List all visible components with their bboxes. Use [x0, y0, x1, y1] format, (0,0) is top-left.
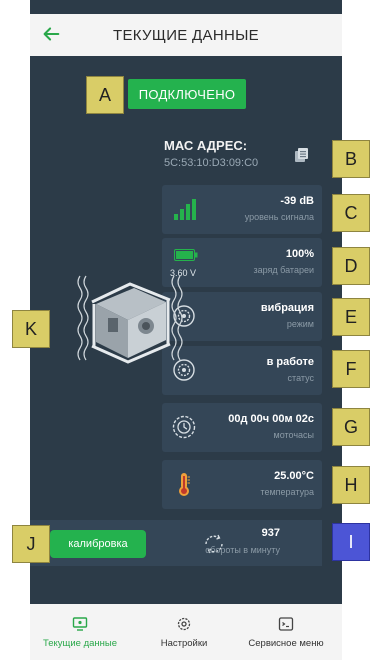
vibration-label: режим [286, 319, 314, 329]
annotation-badge-b: B [332, 140, 370, 178]
signal-value: -39 dB [280, 195, 314, 207]
connection-status-button[interactable]: ПОДКЛЮЧЕНО [128, 79, 246, 109]
temperature-card: 25.00°C температура [162, 460, 322, 509]
vibration-value: вибрация [260, 302, 314, 314]
settings-icon [177, 617, 191, 631]
monitor-icon [72, 617, 88, 631]
motor-hours-card: 00д 00ч 00м 02с моточасы [162, 403, 322, 452]
signal-card: -39 dB уровень сигнала [162, 185, 322, 234]
calibration-button[interactable]: калибровка [50, 530, 146, 558]
gear-clock-icon [172, 415, 196, 439]
rpm-label: обороты в минуту [205, 545, 280, 555]
annotation-badge-e: E [332, 298, 370, 336]
temperature-label: температура [260, 487, 314, 497]
annotation-badge-f: F [332, 350, 370, 388]
annotation-badge-k: K [12, 310, 50, 348]
battery-card: 3.60 V 100% заряд батареи [162, 238, 322, 287]
bottom-navigation: Текущие данные Настройки Сервисное меню [30, 604, 342, 660]
work-status-value: в работе [266, 356, 314, 368]
rpm-value: 937 [261, 527, 280, 539]
signal-label: уровень сигнала [244, 212, 314, 222]
annotation-badge-a: A [86, 76, 124, 114]
motor-hours-value: 00д 00ч 00м 02с [228, 413, 314, 425]
annotation-badge-d: D [332, 247, 370, 285]
annotation-badge-i: I [332, 523, 370, 561]
nav-service-menu-label: Сервисное меню [248, 638, 324, 649]
arrow-left-icon[interactable] [40, 23, 62, 45]
copy-icon[interactable] [294, 147, 310, 163]
mac-title: МАС АДРЕС: [164, 138, 248, 153]
nav-service-menu[interactable]: Сервисное меню [236, 604, 336, 660]
generator-image [77, 275, 183, 364]
motor-hours-label: моточасы [273, 430, 315, 440]
temperature-value: 25.00°C [274, 470, 314, 482]
nav-settings-label: Настройки [160, 638, 208, 649]
work-status-label: статус [287, 373, 314, 383]
nav-current-data[interactable]: Текущие данные [30, 604, 130, 660]
thermometer-icon [179, 473, 190, 496]
annotation-badge-g: G [332, 408, 370, 446]
terminal-icon [278, 617, 294, 631]
battery-label: заряд батареи [253, 265, 314, 275]
vibration-mode-card: вибрация режим [162, 292, 322, 341]
battery-icon [174, 249, 198, 261]
work-status-card: в работе статус [162, 346, 322, 395]
nav-current-data-label: Текущие данные [42, 638, 118, 649]
nav-settings[interactable]: Настройки [134, 604, 234, 660]
annotation-badge-j: J [12, 525, 50, 563]
battery-value: 100% [285, 248, 314, 260]
mac-value: 5C:53:10:D3:09:C0 [164, 157, 259, 169]
phone-screen: ТЕКУЩИЕ ДАННЫЕ ПОДКЛЮЧЕНО МАС АДРЕС: 5C:… [30, 0, 342, 660]
annotation-badge-c: C [332, 194, 370, 232]
signal-bars-icon [174, 199, 196, 220]
app-header: ТЕКУЩИЕ ДАННЫЕ [30, 14, 342, 56]
page-title: ТЕКУЩИЕ ДАННЫЕ [113, 26, 259, 44]
annotation-badge-h: H [332, 466, 370, 504]
